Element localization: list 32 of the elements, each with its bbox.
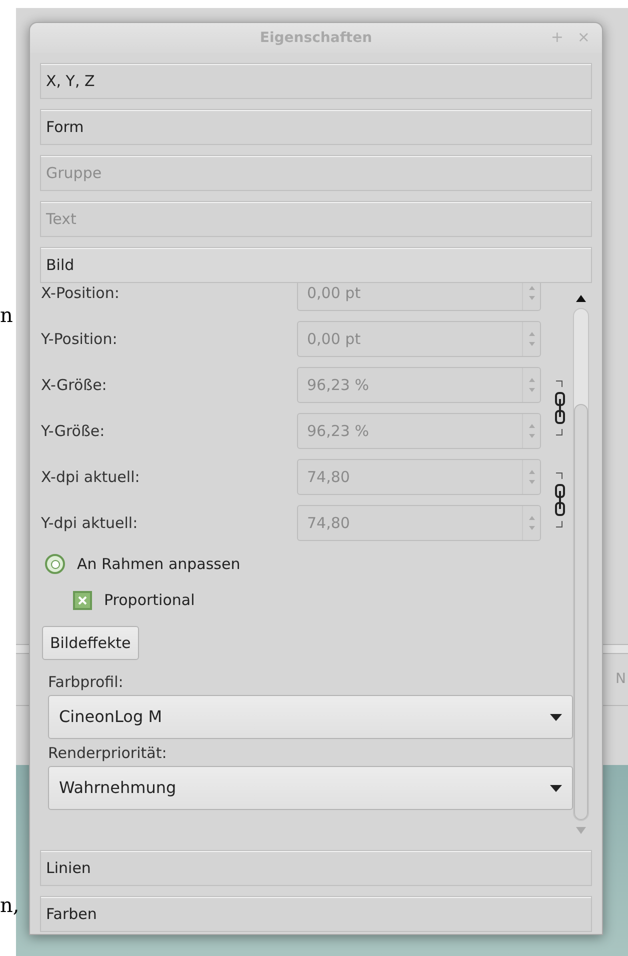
close-button[interactable]: ×	[577, 29, 590, 45]
dock-button[interactable]: +	[550, 29, 564, 45]
section-header[interactable]: Linien	[40, 850, 592, 886]
caret-icon	[550, 784, 562, 792]
section-header[interactable]: Farben	[40, 896, 592, 932]
field-label: Farbprofil:	[48, 672, 124, 693]
radio-button[interactable]	[45, 554, 65, 574]
checkbox[interactable]	[73, 590, 92, 610]
field-label: X-Position:	[41, 283, 120, 304]
checkbox-label: Proportional	[104, 590, 195, 611]
section-header[interactable]: X, Y, Z	[40, 63, 592, 99]
page-text: n,	[0, 892, 20, 919]
field-label: Renderpriorität:	[48, 743, 168, 764]
cross-mark-icon	[78, 596, 87, 604]
scroll-up-icon[interactable]	[576, 295, 586, 302]
radio-label: An Rahmen anpassen	[77, 554, 240, 575]
dropdown[interactable]: Wahrnehmung	[48, 766, 573, 810]
toolbar-text: N	[616, 670, 627, 689]
caret-icon	[550, 714, 562, 720]
field-label: Y-Position:	[41, 328, 118, 350]
dropdown[interactable]: CineonLog M	[48, 695, 573, 739]
field-label: X-Größe:	[41, 374, 108, 396]
section-header[interactable]: Form	[40, 109, 592, 145]
image-effects-button[interactable]: Bildeffekte	[42, 626, 139, 660]
field-label: Y-dpi aktuell:	[41, 512, 139, 534]
scroll-down-icon[interactable]	[576, 827, 586, 834]
section-header[interactable]: Bild	[40, 247, 592, 283]
window-title: Eigenschaften	[260, 28, 372, 48]
scrollbar-thumb[interactable]	[574, 404, 588, 820]
page-text: n	[0, 302, 13, 329]
field-label: X-dpi aktuell:	[41, 466, 141, 488]
field-label: Y-Größe:	[41, 420, 106, 442]
